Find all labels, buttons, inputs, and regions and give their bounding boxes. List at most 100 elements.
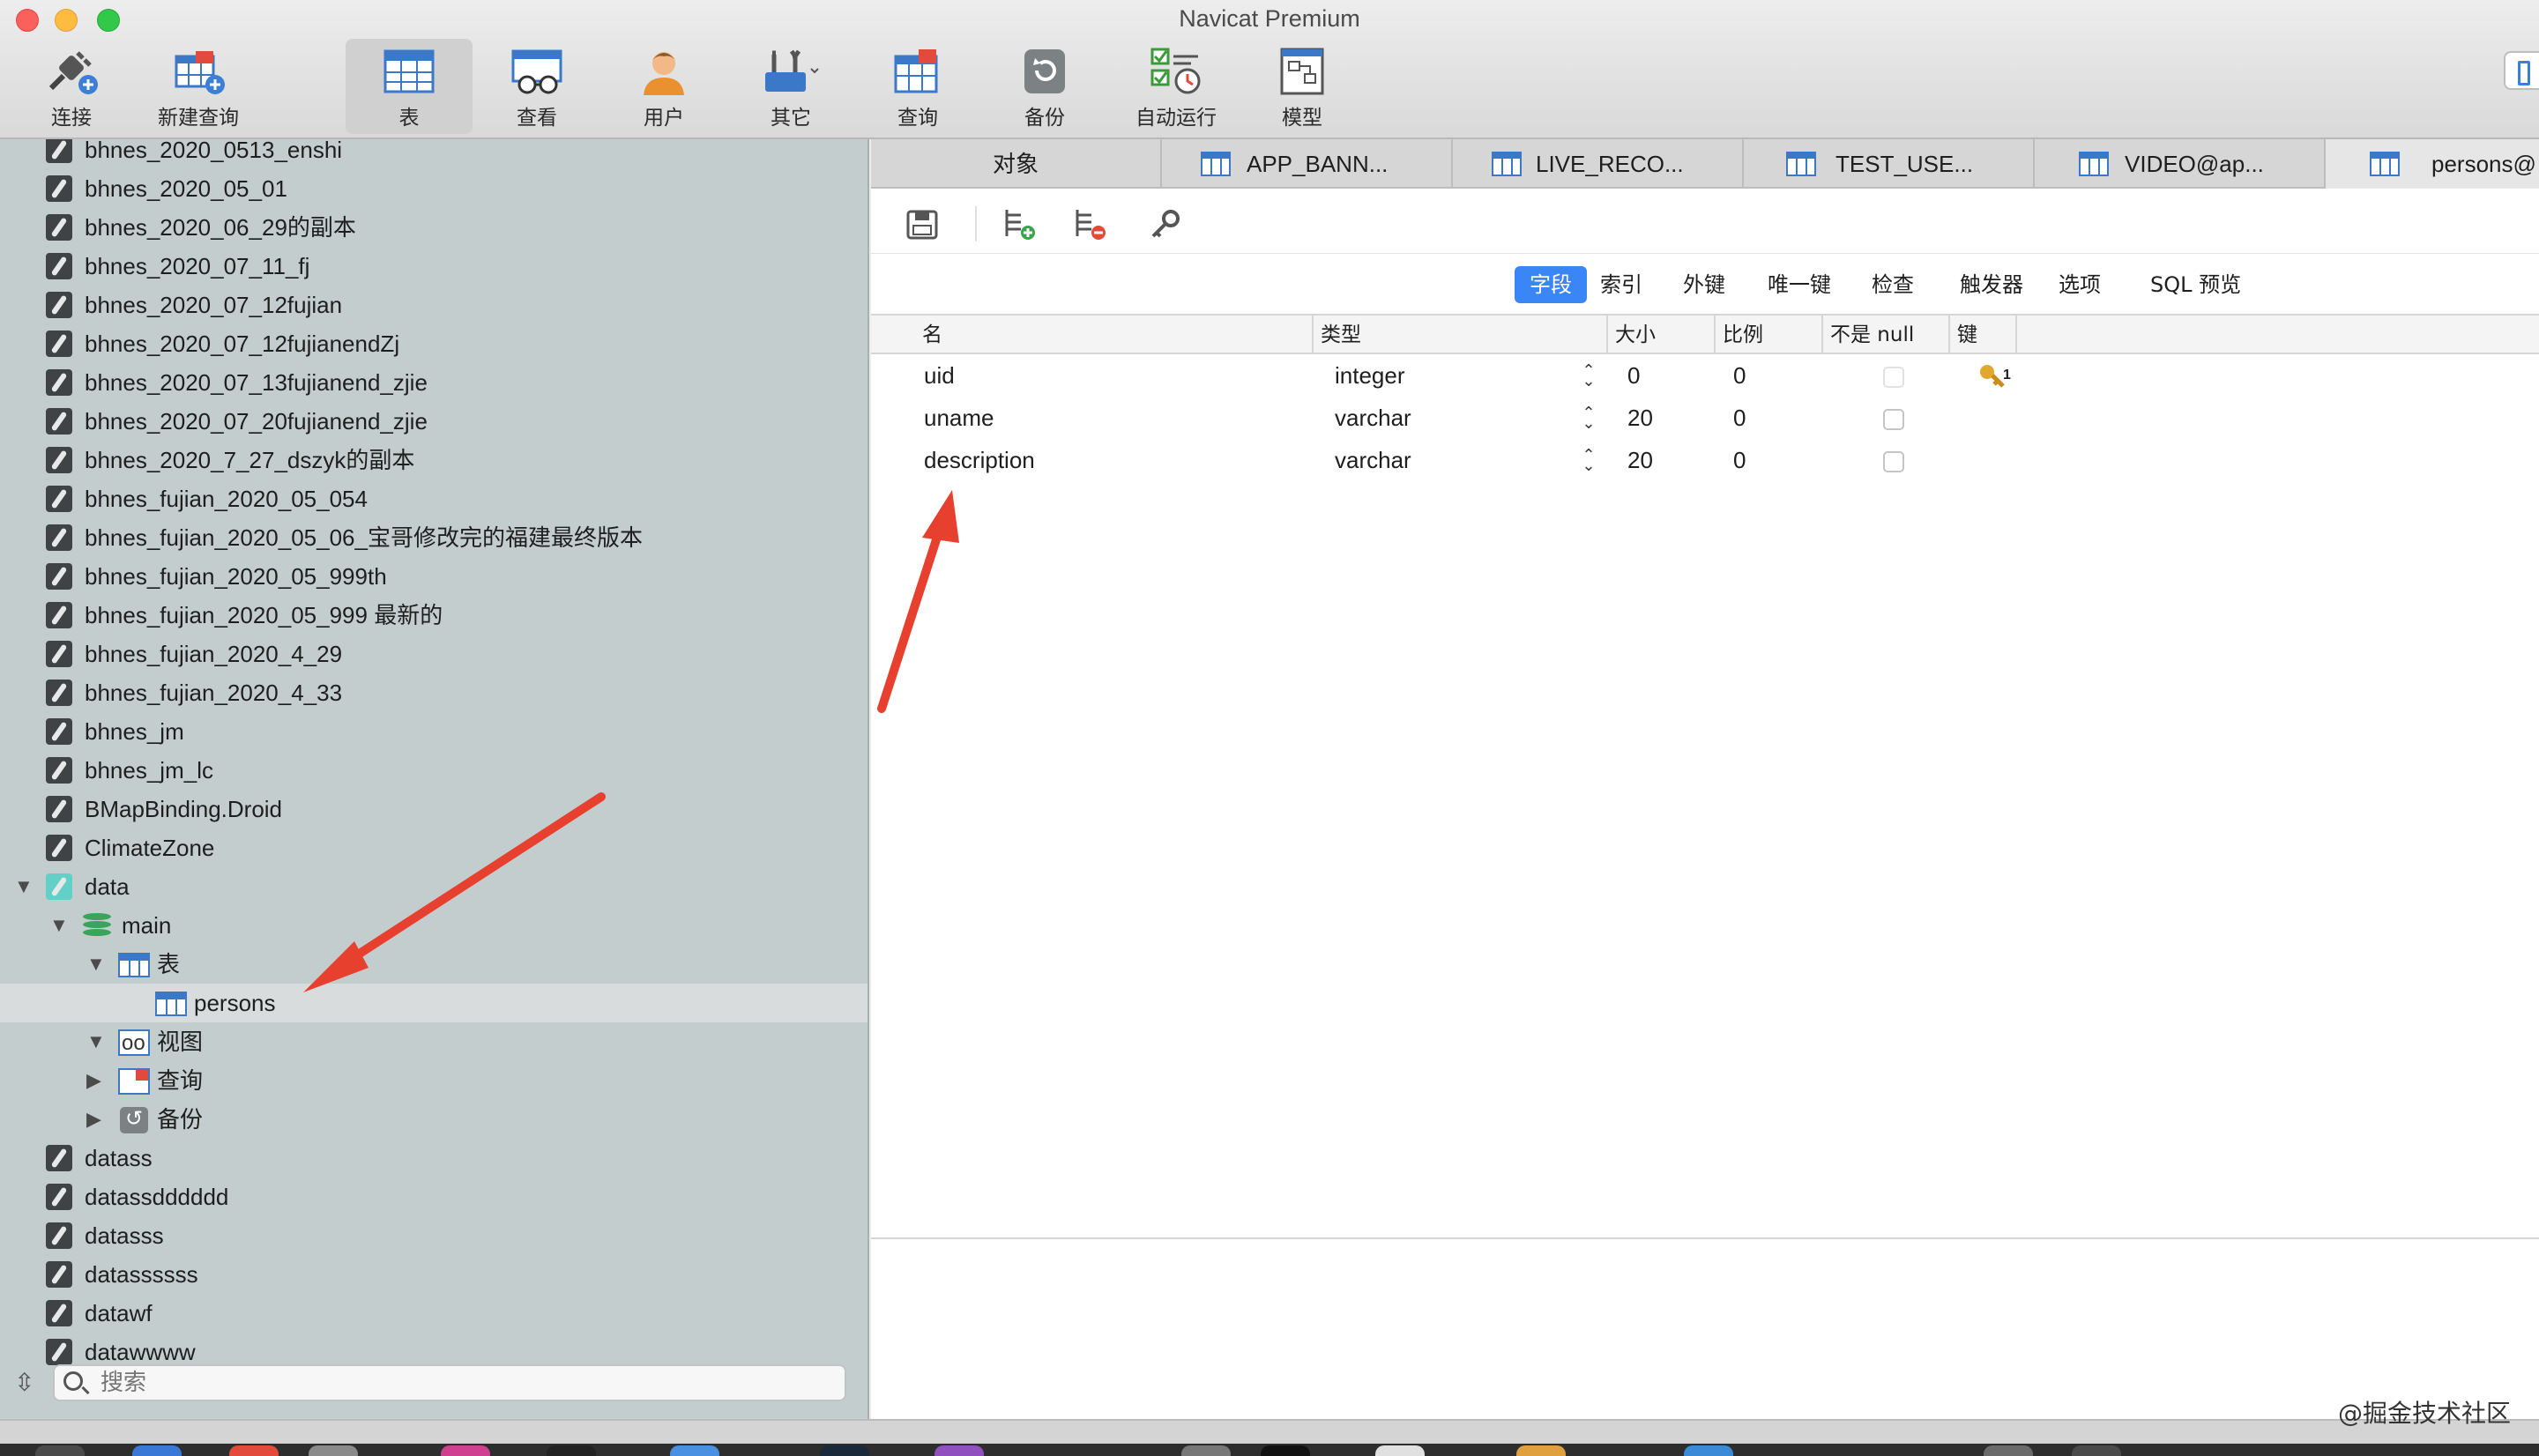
toolbar-query-button[interactable]: 查询 [860,39,975,134]
connection-item[interactable]: bhnes_fujian_2020_05_054 [0,479,867,518]
toolbar-table-button[interactable]: 表 [346,39,473,134]
delete-field-icon[interactable] [1074,206,1109,241]
column-header-name[interactable]: 名 [915,316,1314,354]
dock-app-icon[interactable] [132,1445,182,1456]
dock-app-icon[interactable] [820,1445,869,1456]
toolbar-other-button[interactable]: 其它 [733,39,848,134]
field-name-cell[interactable]: uname [924,397,994,439]
dock-app-icon[interactable] [934,1445,984,1456]
backups-group[interactable]: ▶ 备份 [0,1100,867,1139]
field-row[interactable]: description varchar 20 0 ⌃ ⌄ [871,439,2539,481]
dock-app-icon[interactable] [1181,1445,1231,1456]
dock-app-icon[interactable] [1516,1445,1566,1456]
dock-app-icon[interactable] [441,1445,490,1456]
toolbar-connect-button[interactable]: 连接 [14,39,129,134]
dock-app-icon[interactable] [35,1445,85,1456]
connection-item[interactable]: bhnes_2020_06_29的副本 [0,208,867,247]
toggle-panel-button[interactable] [2504,51,2539,90]
subtab-5[interactable]: 触发器 [1945,266,2038,303]
field-name-cell[interactable]: description [924,439,1035,481]
connection-item[interactable]: datassssss [0,1255,867,1294]
subtab-3[interactable]: 唯一键 [1753,266,1846,303]
connection-item[interactable]: bhnes_fujian_2020_05_06_宝哥修改完的福建最终版本 [0,518,867,557]
sidebar-search[interactable] [53,1364,846,1401]
not-null-checkbox[interactable] [1883,451,1904,472]
expand-triangle-icon[interactable]: ▶ [86,1061,101,1100]
subtab-6[interactable]: 选项 [2044,266,2116,303]
toolbar-auto-run-button[interactable]: 自动运行 [1114,39,1238,134]
connection-item[interactable]: datassdddddd [0,1177,867,1216]
type-stepper-icon[interactable]: ⌃ ⌄ [1580,405,1597,431]
field-type-cell[interactable]: varchar [1335,439,1411,481]
sidebar-search-input[interactable] [101,1368,832,1398]
column-header-scale[interactable]: 比例 [1716,316,1823,354]
collapse-triangle-icon[interactable]: ▼ [86,945,106,984]
connection-item[interactable]: bhnes_2020_07_20fujianend_zjie [0,402,867,441]
connection-item[interactable]: bhnes_2020_07_11_fj [0,247,867,286]
field-row[interactable]: uname varchar 20 0 ⌃ ⌄ [871,397,2539,439]
connection-item[interactable]: BMapBinding.Droid [0,790,867,828]
field-scale-cell[interactable]: 0 [1733,439,1746,481]
column-header-size[interactable]: 大小 [1608,316,1716,354]
sort-icon[interactable]: ⇳ [14,1368,34,1397]
column-header-type[interactable]: 类型 [1314,316,1608,354]
collapse-triangle-icon[interactable]: ▼ [14,867,34,906]
field-row[interactable]: uid integer 0 0 ⌃ ⌄ 1 [871,354,2539,397]
tab-objects[interactable]: 对象 [871,139,1162,189]
queries-group[interactable]: ▶ 查询 [0,1061,867,1100]
connection-item[interactable]: bhnes_fujian_2020_05_999 最新的 [0,596,867,635]
connection-item[interactable]: bhnes_jm_lc [0,751,867,790]
connection-item[interactable]: bhnes_jm [0,712,867,751]
field-size-cell[interactable]: 0 [1627,354,1640,397]
not-null-checkbox[interactable] [1883,367,1904,388]
field-size-cell[interactable]: 20 [1627,397,1653,439]
schema-item-main[interactable]: ▼ main [0,906,867,945]
subtab-2[interactable]: 外键 [1668,266,1740,303]
dock-app-icon[interactable] [1261,1445,1310,1456]
toolbar-model-button[interactable]: 模型 [1245,39,1359,134]
dock-app-icon[interactable] [309,1445,358,1456]
dock-app-icon[interactable] [2072,1445,2121,1456]
column-header-not-null[interactable]: 不是 null [1823,316,1950,354]
connection-item-data[interactable]: ▼ data [0,867,867,906]
subtab-7[interactable]: SQL 预览 [2135,266,2256,303]
tables-group[interactable]: ▼ 表 [0,945,867,984]
add-field-icon[interactable] [1003,206,1039,241]
connection-item[interactable]: bhnes_fujian_2020_05_999th [0,557,867,596]
dock-app-icon[interactable] [547,1445,596,1456]
connection-item[interactable]: ClimateZone [0,828,867,867]
field-scale-cell[interactable]: 0 [1733,354,1746,397]
connection-item[interactable]: datawf [0,1294,867,1333]
toolbar-new-query-button[interactable]: 新建查询 [141,39,256,134]
collapse-triangle-icon[interactable]: ▼ [86,1022,106,1061]
column-header-key[interactable]: 键 [1950,316,2017,354]
dock-app-icon[interactable] [1375,1445,1425,1456]
dock-app-icon[interactable] [229,1445,279,1456]
type-stepper-icon[interactable]: ⌃ ⌄ [1580,362,1597,389]
tab-persons[interactable]: persons@ [2326,139,2539,189]
connection-item[interactable]: datasss [0,1216,867,1255]
connection-item[interactable]: bhnes_fujian_2020_4_29 [0,635,867,673]
views-group[interactable]: ▼ 视图 [0,1022,867,1063]
tab-test-user[interactable]: TEST_USE... [1744,139,2035,189]
subtab-1[interactable]: 索引 [1585,266,1657,303]
subtab-0[interactable]: 字段 [1515,266,1587,303]
connection-item[interactable]: datass [0,1139,867,1177]
expand-triangle-icon[interactable]: ▶ [86,1100,101,1139]
connection-item[interactable]: bhnes_2020_0513_enshi [0,139,867,169]
connection-item[interactable]: bhnes_2020_07_12fujian [0,286,867,324]
subtab-4[interactable]: 检查 [1857,266,1929,303]
toolbar-backup-button[interactable]: 备份 [987,39,1102,134]
tab-live-record[interactable]: LIVE_RECO... [1453,139,1744,189]
dock-app-icon[interactable] [1684,1445,1733,1456]
field-type-cell[interactable]: varchar [1335,397,1411,439]
connection-item[interactable]: bhnes_2020_7_27_dszyk的副本 [0,441,867,479]
tab-video[interactable]: VIDEO@ap... [2035,139,2326,189]
dock-app-icon[interactable] [670,1445,719,1456]
tab-app-banner[interactable]: APP_BANN... [1162,139,1453,189]
connection-item[interactable]: bhnes_fujian_2020_4_33 [0,673,867,712]
dock-app-icon[interactable] [1984,1445,2033,1456]
connection-item[interactable]: bhnes_2020_07_12fujianendZj [0,324,867,363]
not-null-checkbox[interactable] [1883,409,1904,430]
toolbar-user-button[interactable]: 用户 [607,39,721,134]
